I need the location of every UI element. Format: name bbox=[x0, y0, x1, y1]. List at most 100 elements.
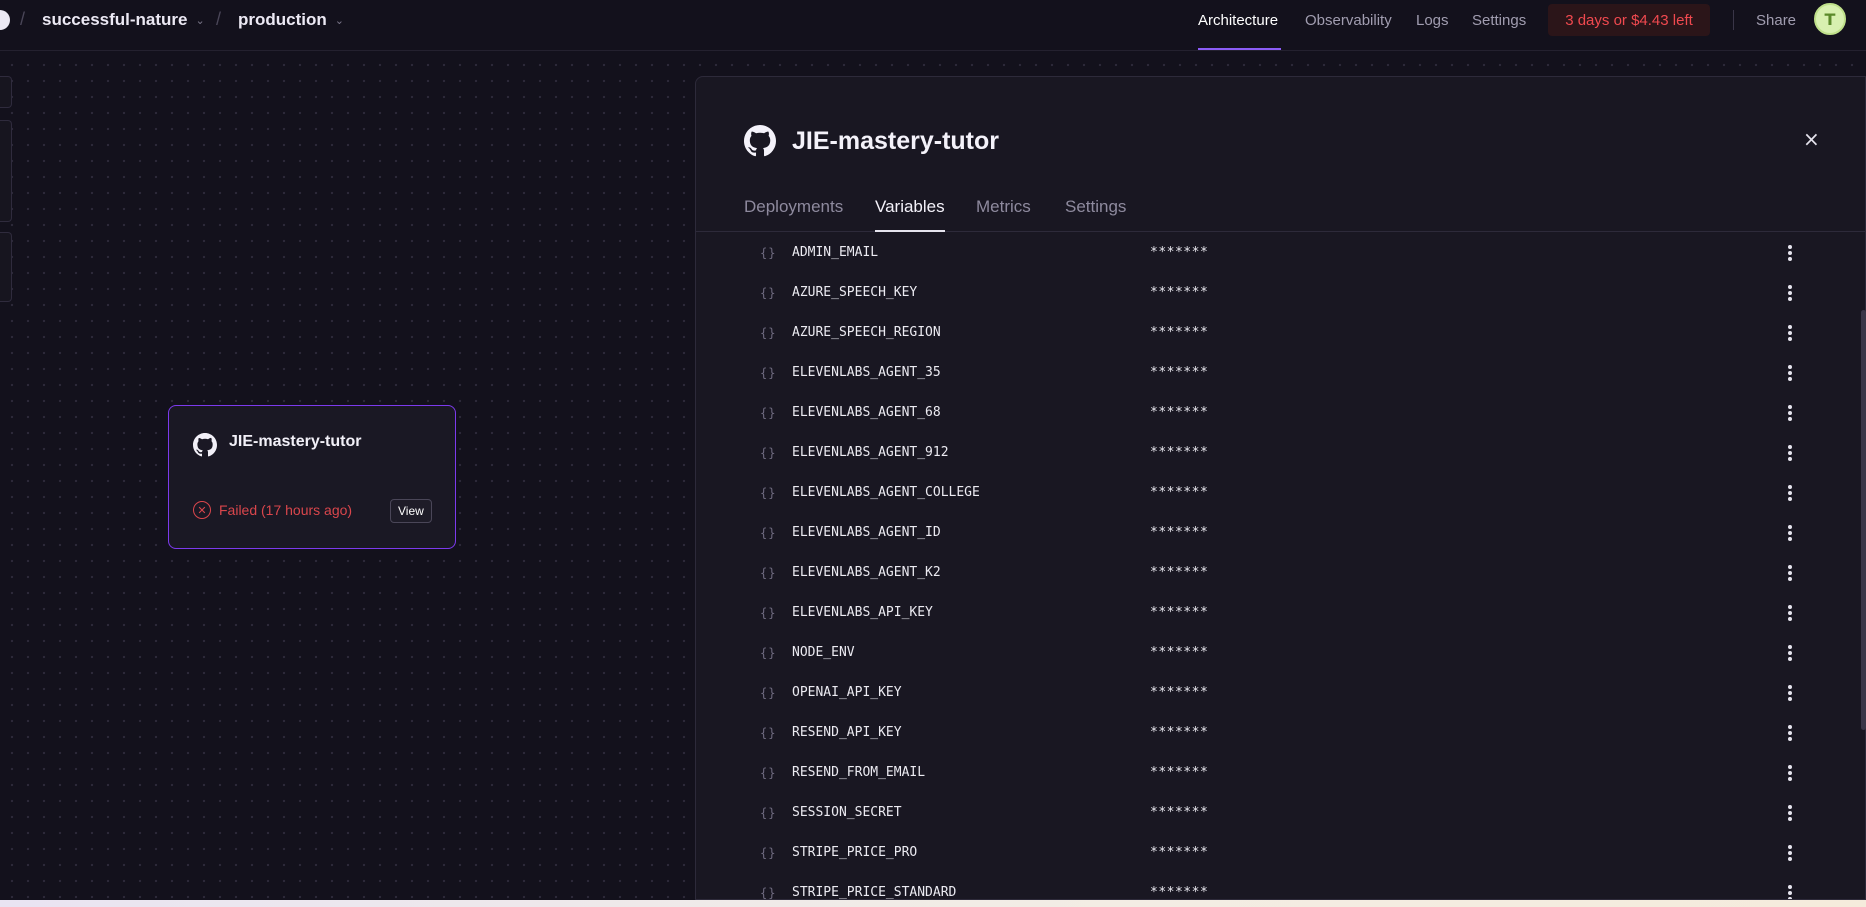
variable-row[interactable]: {} ADMIN_EMAIL ******* bbox=[696, 234, 1865, 274]
variable-row[interactable]: {} AZURE_SPEECH_KEY ******* bbox=[696, 274, 1865, 314]
variable-value[interactable]: ******* bbox=[1150, 325, 1208, 340]
braces-icon: {} bbox=[760, 286, 777, 300]
variable-row[interactable]: {} ELEVENLABS_AGENT_ID ******* bbox=[696, 514, 1865, 554]
close-icon[interactable]: × bbox=[1803, 127, 1820, 151]
nav-observability[interactable]: Observability bbox=[1305, 12, 1392, 29]
variable-value[interactable]: ******* bbox=[1150, 685, 1208, 700]
variable-value[interactable]: ******* bbox=[1150, 645, 1208, 660]
top-bar: / successful-nature ⌄ / production ⌄ Arc… bbox=[0, 0, 1866, 51]
braces-icon: {} bbox=[760, 406, 777, 420]
variable-value[interactable]: ******* bbox=[1150, 885, 1208, 899]
trial-badge[interactable]: 3 days or $4.43 left bbox=[1548, 4, 1710, 36]
variable-value[interactable]: ******* bbox=[1150, 845, 1208, 860]
braces-icon: {} bbox=[760, 606, 777, 620]
chevron-down-icon: ⌄ bbox=[334, 14, 344, 27]
variable-name: ELEVENLABS_AGENT_35 bbox=[792, 365, 941, 380]
breadcrumb-separator: / bbox=[216, 9, 222, 29]
chevron-down-icon: ⌄ bbox=[195, 14, 205, 27]
tab-metrics[interactable]: Metrics bbox=[976, 197, 1031, 217]
variable-value[interactable]: ******* bbox=[1150, 525, 1208, 540]
more-options-icon[interactable] bbox=[1786, 243, 1794, 263]
more-options-icon[interactable] bbox=[1786, 323, 1794, 343]
more-options-icon[interactable] bbox=[1786, 723, 1794, 743]
more-options-icon[interactable] bbox=[1786, 563, 1794, 583]
more-options-icon[interactable] bbox=[1786, 443, 1794, 463]
variable-value[interactable]: ******* bbox=[1150, 285, 1208, 300]
canvas-node-partial[interactable] bbox=[0, 76, 12, 108]
variable-name: ADMIN_EMAIL bbox=[792, 245, 879, 260]
variable-row[interactable]: {} NODE_ENV ******* bbox=[696, 634, 1865, 674]
variable-value[interactable]: ******* bbox=[1150, 565, 1208, 580]
more-options-icon[interactable] bbox=[1786, 363, 1794, 383]
window-bottom-edge bbox=[0, 900, 1866, 907]
variable-name: OPENAI_API_KEY bbox=[792, 685, 902, 700]
more-options-icon[interactable] bbox=[1786, 523, 1794, 543]
variable-value[interactable]: ******* bbox=[1150, 405, 1208, 420]
variable-row[interactable]: {} ELEVENLABS_AGENT_35 ******* bbox=[696, 354, 1865, 394]
canvas-node-partial[interactable] bbox=[0, 232, 12, 302]
braces-icon: {} bbox=[760, 566, 777, 580]
nav-logs[interactable]: Logs bbox=[1416, 12, 1449, 29]
variable-name: NODE_ENV bbox=[792, 645, 855, 660]
variable-value[interactable]: ******* bbox=[1150, 725, 1208, 740]
variable-value[interactable]: ******* bbox=[1150, 245, 1208, 260]
more-options-icon[interactable] bbox=[1786, 483, 1794, 503]
variable-name: ELEVENLABS_API_KEY bbox=[792, 605, 933, 620]
panel-title: JIE-mastery-tutor bbox=[792, 127, 999, 155]
app-logo-icon[interactable] bbox=[0, 10, 10, 30]
more-options-icon[interactable] bbox=[1786, 603, 1794, 623]
braces-icon: {} bbox=[760, 766, 777, 780]
more-options-icon[interactable] bbox=[1786, 803, 1794, 823]
variable-value[interactable]: ******* bbox=[1150, 485, 1208, 500]
more-options-icon[interactable] bbox=[1786, 763, 1794, 783]
service-details-panel: JIE-mastery-tutor × Deployments Variable… bbox=[695, 76, 1866, 900]
more-options-icon[interactable] bbox=[1786, 283, 1794, 303]
variables-list: {} ADMIN_EMAIL ******* {} AZURE_SPEECH_KEY **… bbox=[696, 234, 1865, 899]
nav-architecture[interactable]: Architecture bbox=[1198, 12, 1278, 29]
variable-name: STRIPE_PRICE_PRO bbox=[792, 845, 918, 860]
share-button[interactable]: Share bbox=[1756, 12, 1796, 29]
variable-row[interactable]: {} ELEVENLABS_API_KEY ******* bbox=[696, 594, 1865, 634]
variable-row[interactable]: {} ELEVENLABS_AGENT_68 ******* bbox=[696, 394, 1865, 434]
more-options-icon[interactable] bbox=[1786, 883, 1794, 899]
variable-value[interactable]: ******* bbox=[1150, 605, 1208, 620]
more-options-icon[interactable] bbox=[1786, 683, 1794, 703]
braces-icon: {} bbox=[760, 686, 777, 700]
more-options-icon[interactable] bbox=[1786, 843, 1794, 863]
more-options-icon[interactable] bbox=[1786, 643, 1794, 663]
variable-row[interactable]: {} ELEVENLABS_AGENT_K2 ******* bbox=[696, 554, 1865, 594]
variable-row[interactable]: {} AZURE_SPEECH_REGION ******* bbox=[696, 314, 1865, 354]
environment-selector[interactable]: production ⌄ bbox=[238, 10, 344, 30]
tab-settings[interactable]: Settings bbox=[1065, 197, 1126, 217]
scrollbar[interactable] bbox=[1861, 310, 1866, 730]
variable-value[interactable]: ******* bbox=[1150, 365, 1208, 380]
braces-icon: {} bbox=[760, 646, 777, 660]
project-selector[interactable]: successful-nature ⌄ bbox=[42, 10, 205, 30]
nav-settings[interactable]: Settings bbox=[1472, 12, 1526, 29]
variable-name: AZURE_SPEECH_REGION bbox=[792, 325, 941, 340]
variable-value[interactable]: ******* bbox=[1150, 805, 1208, 820]
canvas-node-partial[interactable] bbox=[0, 120, 12, 222]
variable-value[interactable]: ******* bbox=[1150, 445, 1208, 460]
tab-deployments[interactable]: Deployments bbox=[744, 197, 843, 217]
avatar[interactable]: T bbox=[1814, 3, 1846, 35]
variable-value[interactable]: ******* bbox=[1150, 765, 1208, 780]
variable-row[interactable]: {} ELEVENLABS_AGENT_912 ******* bbox=[696, 434, 1865, 474]
variable-name: ELEVENLABS_AGENT_ID bbox=[792, 525, 941, 540]
active-tab-indicator bbox=[875, 230, 945, 232]
variable-row[interactable]: {} ELEVENLABS_AGENT_COLLEGE ******* bbox=[696, 474, 1865, 514]
more-options-icon[interactable] bbox=[1786, 403, 1794, 423]
tab-variables[interactable]: Variables bbox=[875, 197, 945, 217]
braces-icon: {} bbox=[760, 446, 777, 460]
variable-row[interactable]: {} STRIPE_PRICE_PRO ******* bbox=[696, 834, 1865, 874]
service-name: JIE-mastery-tutor bbox=[229, 433, 362, 450]
service-card[interactable]: JIE-mastery-tutor ✕ Failed (17 hours ago… bbox=[168, 405, 456, 549]
variable-row[interactable]: {} RESEND_API_KEY ******* bbox=[696, 714, 1865, 754]
view-button[interactable]: View bbox=[390, 499, 432, 523]
variable-row[interactable]: {} OPENAI_API_KEY ******* bbox=[696, 674, 1865, 714]
divider bbox=[1733, 10, 1734, 30]
variable-name: ELEVENLABS_AGENT_K2 bbox=[792, 565, 941, 580]
variable-row[interactable]: {} RESEND_FROM_EMAIL ******* bbox=[696, 754, 1865, 794]
variable-row[interactable]: {} STRIPE_PRICE_STANDARD ******* bbox=[696, 874, 1865, 899]
variable-row[interactable]: {} SESSION_SECRET ******* bbox=[696, 794, 1865, 834]
